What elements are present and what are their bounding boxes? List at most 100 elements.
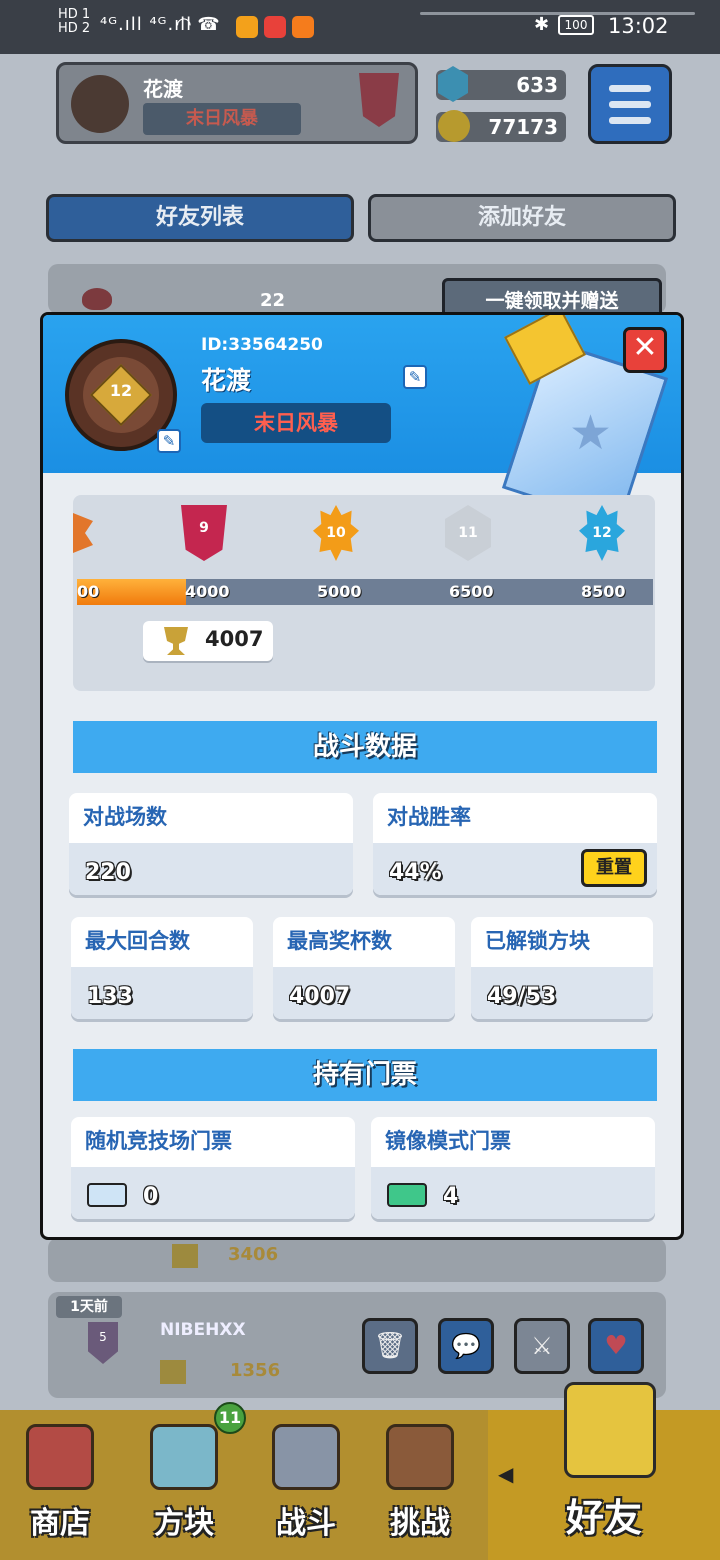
stat-label: 最高奖杯数 bbox=[287, 929, 392, 953]
stat-label: 已解锁方块 bbox=[485, 929, 590, 953]
tick-label: 8500 bbox=[581, 582, 626, 601]
tick-label: 5000 bbox=[317, 582, 362, 601]
player-name: 花渡 bbox=[201, 366, 252, 395]
nav-blocks-label: 方块 bbox=[154, 1506, 214, 1541]
stat-label: 对战胜率 bbox=[387, 805, 471, 829]
modal-header: ★ 12 ✎ ID:33564250 花渡 ✎ 末日风暴 ✕ bbox=[43, 315, 681, 527]
blocks-badge: 11 bbox=[214, 1402, 246, 1434]
rank-ribbon-icon bbox=[359, 73, 399, 127]
book-icon bbox=[264, 16, 286, 38]
tick-label: 6500 bbox=[449, 582, 494, 601]
status-bar: HD 1 HD 2 ⁴ᴳ.ıll ⁴ᴳ.ıll ◠ ☎ ✱ 100 13:02 bbox=[0, 0, 720, 54]
edit-name-icon[interactable]: ✎ bbox=[403, 365, 427, 389]
current-trophies-value: 4007 bbox=[205, 627, 264, 651]
tickets-title: 持有门票 bbox=[73, 1049, 657, 1101]
nav-battle[interactable]: 战斗 bbox=[246, 1410, 366, 1560]
last-seen: 1天前 bbox=[56, 1296, 122, 1318]
reset-button[interactable]: 重置 bbox=[581, 849, 647, 887]
avatar bbox=[71, 75, 129, 133]
trophy-road[interactable]: 9 10 11 12 00 4000 5000 6500 8500 4007 bbox=[73, 495, 655, 691]
tick-label: 4000 bbox=[185, 582, 230, 601]
avatar-rank: 12 bbox=[109, 381, 133, 400]
nav-challenge[interactable]: 挑战 bbox=[360, 1410, 480, 1560]
bg-clan: 末日风暴 bbox=[143, 103, 301, 135]
rank-badge-icon: 5 bbox=[88, 1322, 118, 1364]
notification-apps bbox=[236, 16, 314, 38]
play-icon bbox=[292, 16, 314, 38]
ticket-count: 0 bbox=[143, 1184, 159, 1209]
arena-ticket-icon bbox=[87, 1183, 127, 1207]
stat-value: 220 bbox=[85, 860, 131, 885]
tab-add-friend[interactable]: 添加好友 bbox=[368, 194, 676, 242]
friend-trophies: 3406 bbox=[228, 1244, 279, 1265]
bluetooth-icon: ✱ bbox=[534, 14, 550, 35]
tab-friend-list[interactable]: 好友列表 bbox=[46, 194, 354, 242]
close-button[interactable]: ✕ bbox=[623, 327, 667, 373]
rank-12-icon: 12 bbox=[579, 505, 625, 561]
delete-button[interactable]: 🗑 bbox=[362, 1318, 418, 1374]
heart-icon bbox=[82, 288, 112, 310]
clan-name[interactable]: 末日风暴 bbox=[201, 403, 391, 443]
hd-indicator: HD 1 HD 2 bbox=[58, 8, 90, 36]
nav-friends[interactable]: ◀ 好友 bbox=[488, 1382, 720, 1560]
stat-value: 44% bbox=[389, 860, 442, 885]
ticket-label: 镜像模式门票 bbox=[385, 1129, 511, 1153]
ticket-arena: 随机竞技场门票 0 bbox=[71, 1117, 355, 1219]
nav-challenge-label: 挑战 bbox=[390, 1506, 450, 1541]
stat-max-rounds: 最大回合数 133 bbox=[71, 917, 253, 1019]
friend-character-icon bbox=[564, 1382, 656, 1478]
player-id: ID:33564250 bbox=[201, 335, 323, 355]
ticket-count: 4 bbox=[443, 1184, 459, 1209]
mirror-ticket-icon bbox=[387, 1183, 427, 1207]
tick-label: 00 bbox=[77, 582, 100, 601]
sword-shield-icon bbox=[272, 1424, 340, 1490]
rank-10-icon: 10 bbox=[313, 505, 359, 561]
nav-friends-label: 好友 bbox=[565, 1496, 642, 1540]
trophy-icon bbox=[164, 627, 188, 655]
rank-11-icon: 11 bbox=[445, 505, 491, 561]
wifi-icon: ◠ ☎ bbox=[176, 14, 220, 35]
friend-name: NIBEHXX bbox=[160, 1320, 246, 1340]
coin-icon bbox=[438, 110, 470, 142]
battle-data-title: 战斗数据 bbox=[73, 721, 657, 773]
trophy-icon bbox=[160, 1360, 186, 1384]
hd2-label: HD 2 bbox=[58, 21, 91, 36]
arrow-left-icon: ◀ bbox=[498, 1462, 514, 1486]
ticket-label: 随机竞技场门票 bbox=[85, 1129, 232, 1153]
stat-value: 49/53 bbox=[487, 984, 557, 1009]
menu-button[interactable] bbox=[588, 64, 672, 144]
stat-label: 最大回合数 bbox=[85, 929, 190, 953]
heart-count: 22 bbox=[260, 290, 286, 311]
stat-label: 对战场数 bbox=[83, 805, 167, 829]
clock: 13:02 bbox=[608, 14, 669, 38]
nav-shop-label: 商店 bbox=[30, 1506, 90, 1541]
stat-value: 133 bbox=[87, 984, 133, 1009]
profile-modal: ★ 12 ✎ ID:33564250 花渡 ✎ 末日风暴 ✕ 9 10 11 1… bbox=[40, 312, 684, 1240]
battle-button[interactable]: ⚔ bbox=[514, 1318, 570, 1374]
battery-icon: 100 bbox=[558, 15, 594, 35]
edit-avatar-icon[interactable]: ✎ bbox=[157, 429, 181, 453]
stat-unlocked-blocks: 已解锁方块 49/53 bbox=[471, 917, 653, 1019]
weibo-icon bbox=[236, 16, 258, 38]
rank-9-icon: 9 bbox=[181, 505, 227, 561]
stat-max-trophies: 最高奖杯数 4007 bbox=[273, 917, 455, 1019]
block-icon bbox=[150, 1424, 218, 1490]
chat-button[interactable]: 💬 bbox=[438, 1318, 494, 1374]
rank-8-icon bbox=[73, 513, 93, 553]
hd1-label: HD 1 bbox=[58, 7, 91, 22]
nav-blocks[interactable]: 11 方块 bbox=[124, 1402, 246, 1560]
ticket-mirror: 镜像模式门票 4 bbox=[371, 1117, 655, 1219]
profile-card[interactable]: 花渡 末日风暴 bbox=[56, 62, 418, 144]
stat-value: 4007 bbox=[289, 984, 351, 1009]
nav-battle-label: 战斗 bbox=[276, 1506, 336, 1541]
bg-player-name: 花渡 bbox=[143, 77, 183, 101]
shop-icon bbox=[26, 1424, 94, 1490]
current-trophies: 4007 bbox=[143, 621, 273, 661]
friend-row[interactable]: 3406 bbox=[48, 1238, 666, 1282]
stat-matches: 对战场数 220 bbox=[69, 793, 353, 895]
gift-heart-button[interactable]: ♥ bbox=[588, 1318, 644, 1374]
challenge-board-icon bbox=[386, 1424, 454, 1490]
stat-winrate: 对战胜率 44% 重置 bbox=[373, 793, 657, 895]
nav-shop[interactable]: 商店 bbox=[0, 1410, 120, 1560]
trophy-icon bbox=[172, 1244, 198, 1268]
